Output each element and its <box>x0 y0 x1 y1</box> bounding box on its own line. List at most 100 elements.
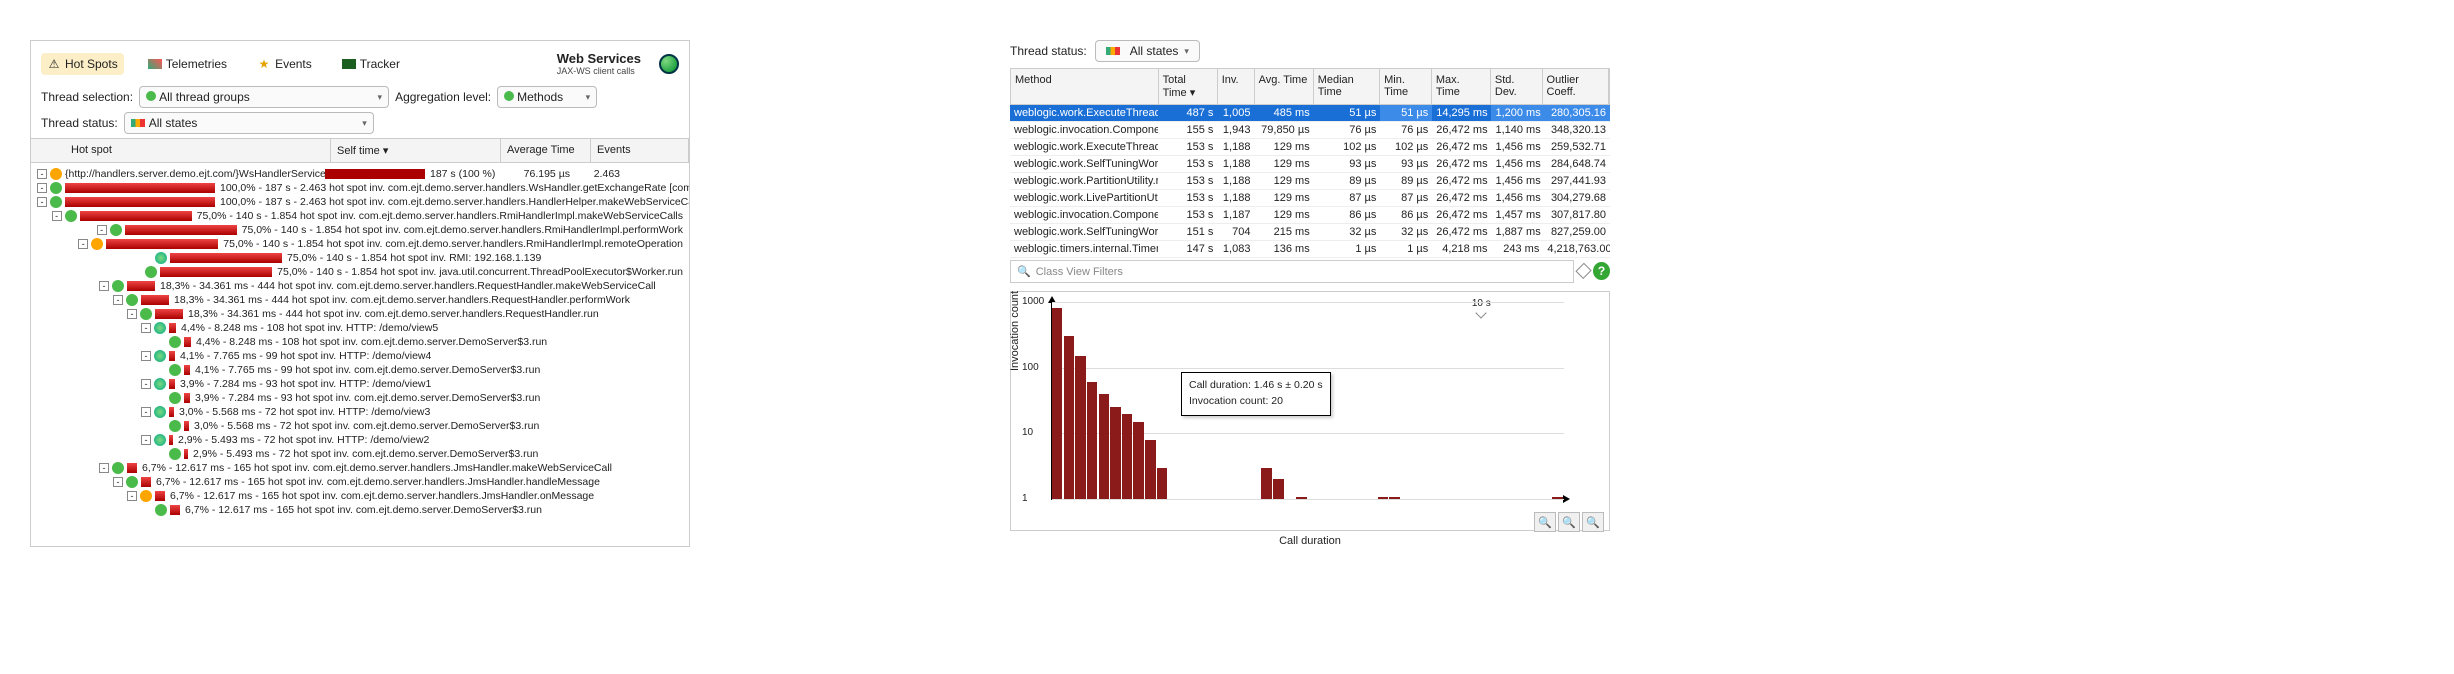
col-header[interactable]: Total Time ▾ <box>1159 69 1218 104</box>
tree-node[interactable]: 2,9% - 5.493 ms - 72 hot spot inv. com.e… <box>37 447 683 461</box>
histogram-bar[interactable] <box>1064 336 1074 499</box>
tree-node[interactable]: 4,1% - 7.765 ms - 99 hot spot inv. com.e… <box>37 363 683 377</box>
tab-events[interactable]: ★Events <box>251 53 318 75</box>
histogram-bar[interactable] <box>1075 356 1085 499</box>
histogram-bar[interactable] <box>1133 422 1143 499</box>
tree-node[interactable]: -3,0% - 5.568 ms - 72 hot spot inv. HTTP… <box>37 405 683 419</box>
histogram-bar[interactable] <box>1145 440 1155 499</box>
tree-node[interactable]: -6,7% - 12.617 ms - 165 hot spot inv. co… <box>37 475 683 489</box>
col-header[interactable]: Std. Dev. <box>1491 69 1543 104</box>
col-selftime[interactable]: Self time ▾ <box>331 139 501 162</box>
tree-node[interactable]: -6,7% - 12.617 ms - 165 hot spot inv. co… <box>37 489 683 503</box>
tab-telemetries[interactable]: Telemetries <box>142 53 233 75</box>
zoom-reset-button[interactable]: 🔍 <box>1582 512 1604 532</box>
tree-node[interactable]: -{http://handlers.server.demo.ejt.com/}W… <box>37 167 683 181</box>
histogram-bar[interactable] <box>1273 479 1283 499</box>
chevron-down-icon: ▾ <box>1184 46 1189 57</box>
histogram-bar[interactable] <box>1296 497 1306 499</box>
col-hotspot[interactable]: Hot spot <box>31 139 331 162</box>
tree-node[interactable]: -75,0% - 140 s - 1.854 hot spot inv. com… <box>37 209 683 223</box>
tree-node[interactable]: -100,0% - 187 s - 2.463 hot spot inv. co… <box>37 181 683 195</box>
tree-node[interactable]: -100,0% - 187 s - 2.463 hot spot inv. co… <box>37 195 683 209</box>
histogram-bar[interactable] <box>1087 382 1097 499</box>
tree-node[interactable]: -6,7% - 12.617 ms - 165 hot spot inv. co… <box>37 461 683 475</box>
col-header[interactable]: Method <box>1011 69 1159 104</box>
table-row[interactable]: weblogic.invocation.ComponentInvocati…15… <box>1010 207 1610 224</box>
histogram-bar[interactable] <box>1261 468 1271 499</box>
expander-icon[interactable]: - <box>37 197 47 207</box>
zoom-in-button[interactable]: 🔍 <box>1534 512 1556 532</box>
thread-status-dropdown[interactable]: All states▾ <box>1095 40 1200 62</box>
expander-icon[interactable]: - <box>127 309 137 319</box>
method-table[interactable]: MethodTotal Time ▾Inv.Avg. TimeMedian Ti… <box>1010 68 1610 258</box>
table-row[interactable]: weblogic.work.LivePartitionUtility.doRun… <box>1010 190 1610 207</box>
help-icon[interactable]: ? <box>1593 262 1610 280</box>
col-header[interactable]: Inv. <box>1218 69 1255 104</box>
histogram-bar[interactable] <box>1157 468 1167 499</box>
expand-icon[interactable] <box>1575 262 1592 279</box>
tree-node[interactable]: -18,3% - 34.361 ms - 444 hot spot inv. c… <box>37 293 683 307</box>
thread-status-dropdown[interactable]: All states▾ <box>124 112 374 134</box>
table-row[interactable]: weblogic.timers.internal.TimerThread.ac…… <box>1010 241 1610 258</box>
tree-node[interactable]: 3,9% - 7.284 ms - 93 hot spot inv. com.e… <box>37 391 683 405</box>
zoom-out-button[interactable]: 🔍 <box>1558 512 1580 532</box>
expander-icon[interactable]: - <box>78 239 88 249</box>
tree-node[interactable]: 75,0% - 140 s - 1.854 hot spot inv. java… <box>37 265 683 279</box>
table-row[interactable]: weblogic.work.SelfTuningWorkManagerI…153… <box>1010 156 1610 173</box>
histogram-bar[interactable] <box>1052 308 1062 499</box>
expander-icon[interactable]: - <box>141 435 151 445</box>
histogram-bar[interactable] <box>1552 497 1562 499</box>
tree-node[interactable]: 4,4% - 8.248 ms - 108 hot spot inv. com.… <box>37 335 683 349</box>
expander-icon[interactable]: - <box>97 225 107 235</box>
table-row[interactable]: weblogic.work.ExecuteThread.execute(…153… <box>1010 139 1610 156</box>
tree-node[interactable]: -75,0% - 140 s - 1.854 hot spot inv. com… <box>37 237 683 251</box>
table-row[interactable]: weblogic.work.ExecuteThread.waitForR…487… <box>1010 105 1610 122</box>
expander-icon[interactable]: - <box>141 323 151 333</box>
table-row[interactable]: weblogic.work.SelfTuningWorkManagerI…151… <box>1010 224 1610 241</box>
table-row[interactable]: weblogic.work.PartitionUtility.runWorkU…… <box>1010 173 1610 190</box>
thread-selection-dropdown[interactable]: All thread groups▾ <box>139 86 389 108</box>
tab-tracker[interactable]: Tracker <box>336 53 406 75</box>
tree-node[interactable]: 6,7% - 12.617 ms - 165 hot spot inv. com… <box>37 503 683 517</box>
expander-icon[interactable]: - <box>141 379 151 389</box>
histogram-bar[interactable] <box>1378 497 1388 499</box>
expander-icon[interactable]: - <box>37 183 47 193</box>
tab-hotspots[interactable]: ⚠Hot Spots <box>41 53 124 75</box>
aggregation-dropdown[interactable]: Methods▾ <box>497 86 597 108</box>
histogram-bar[interactable] <box>1389 497 1399 499</box>
tree-node[interactable]: -4,4% - 8.248 ms - 108 hot spot inv. HTT… <box>37 321 683 335</box>
col-avgtime[interactable]: Average Time <box>501 139 591 162</box>
expander-icon[interactable]: - <box>141 351 151 361</box>
expander-icon[interactable]: - <box>99 281 109 291</box>
histogram-bar[interactable] <box>1110 407 1120 499</box>
thread-selection-label: Thread selection: <box>41 90 133 104</box>
col-header[interactable]: Avg. Time <box>1255 69 1314 104</box>
histogram-bar[interactable] <box>1099 394 1109 499</box>
tree-node[interactable]: -18,3% - 34.361 ms - 444 hot spot inv. c… <box>37 307 683 321</box>
expander-icon[interactable]: - <box>99 463 109 473</box>
tree-node[interactable]: 3,0% - 5.568 ms - 72 hot spot inv. com.e… <box>37 419 683 433</box>
histogram-chart[interactable]: Invocation count 10 s 1101001000 Call du… <box>1010 291 1610 531</box>
expander-icon[interactable]: - <box>113 295 123 305</box>
node-icon <box>91 238 103 250</box>
col-header[interactable]: Median Time <box>1314 69 1380 104</box>
tree-node[interactable]: -4,1% - 7.765 ms - 99 hot spot inv. HTTP… <box>37 349 683 363</box>
col-events[interactable]: Events <box>591 139 689 162</box>
tree-node[interactable]: -2,9% - 5.493 ms - 72 hot spot inv. HTTP… <box>37 433 683 447</box>
expander-icon[interactable]: - <box>127 491 137 501</box>
expander-icon[interactable]: - <box>52 211 62 221</box>
tree-node[interactable]: -75,0% - 140 s - 1.854 hot spot inv. com… <box>37 223 683 237</box>
col-header[interactable]: Min. Time <box>1380 69 1432 104</box>
expander-icon[interactable]: - <box>141 407 151 417</box>
tree-node[interactable]: 75,0% - 140 s - 1.854 hot spot inv. RMI:… <box>37 251 683 265</box>
table-row[interactable]: weblogic.invocation.ComponentInvocati…15… <box>1010 122 1610 139</box>
expander-icon[interactable]: - <box>37 169 47 179</box>
tree-node[interactable]: -3,9% - 7.284 ms - 93 hot spot inv. HTTP… <box>37 377 683 391</box>
col-header[interactable]: Outlier Coeff. <box>1543 69 1609 104</box>
histogram-bar[interactable] <box>1122 414 1132 499</box>
expander-icon[interactable]: - <box>113 477 123 487</box>
col-header[interactable]: Max. Time <box>1432 69 1491 104</box>
tree-node[interactable]: -18,3% - 34.361 ms - 444 hot spot inv. c… <box>37 279 683 293</box>
class-view-filter-input[interactable]: 🔍Class View Filters <box>1010 260 1574 283</box>
call-tree[interactable]: -{http://handlers.server.demo.ejt.com/}W… <box>31 163 689 527</box>
